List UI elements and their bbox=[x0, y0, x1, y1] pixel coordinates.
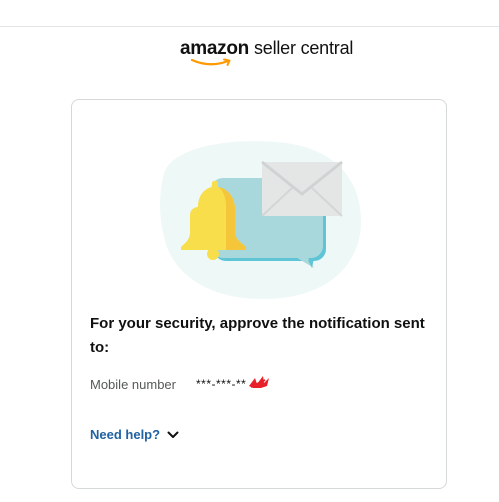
amazon-smile-icon bbox=[190, 58, 231, 66]
mobile-number-value: ***-***-** bbox=[196, 377, 247, 391]
mobile-number-row: Mobile number ***-***-** bbox=[90, 374, 271, 394]
header-divider bbox=[0, 26, 499, 27]
chevron-down-icon[interactable] bbox=[167, 431, 179, 439]
page: amazon seller central For your security,… bbox=[0, 0, 499, 502]
bell-and-message-envelope-icon bbox=[160, 141, 361, 300]
redaction-scribble-icon bbox=[249, 376, 270, 388]
logo-product-text: seller central bbox=[253, 38, 354, 58]
mobile-number-label: Mobile number bbox=[90, 376, 176, 392]
amazon-seller-central-logo[interactable]: amazon seller central bbox=[180, 38, 353, 66]
verification-card: For your security, approve the notificat… bbox=[71, 99, 447, 489]
need-help-link[interactable]: Need help? bbox=[90, 427, 160, 442]
need-help-toggle[interactable]: Need help? bbox=[90, 427, 179, 442]
logo-brand-text: amazon bbox=[180, 38, 249, 59]
page-heading: For your security, approve the notificat… bbox=[90, 315, 425, 356]
